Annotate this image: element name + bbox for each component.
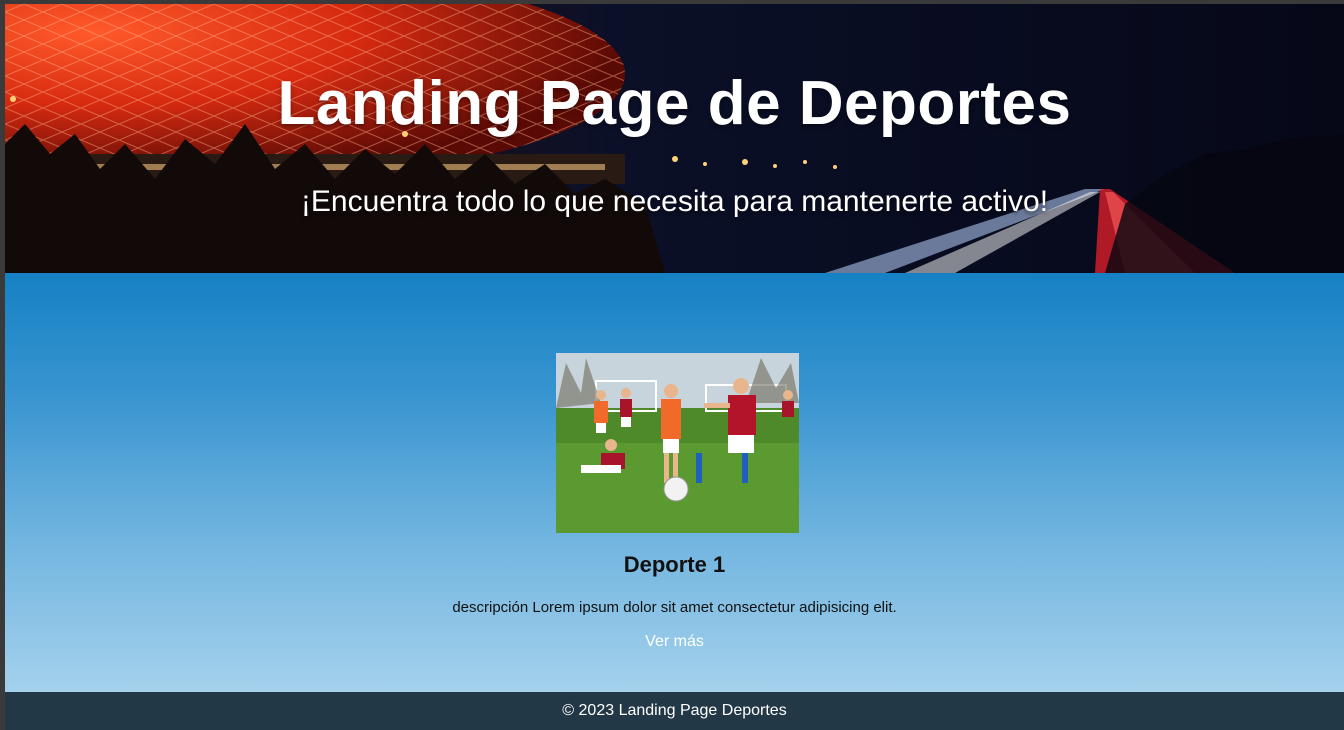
sport-card-image xyxy=(556,353,799,533)
sport-card-title: Deporte 1 xyxy=(623,552,726,577)
hero-subtitle: ¡Encuentra todo lo que necesita para man… xyxy=(300,185,1049,218)
soccer-photo-illustration xyxy=(556,353,799,533)
footer: © 2023 Landing Page Deportes xyxy=(5,692,1344,730)
page-title: Landing Page de Deportes xyxy=(277,69,1072,138)
main-content: Deporte 1 descripción Lorem ipsum dolor … xyxy=(5,273,1344,692)
sport-card-description: descripción Lorem ipsum dolor sit amet c… xyxy=(452,599,897,616)
ver-mas-link[interactable]: Ver más xyxy=(645,633,704,650)
page: Landing Page de Deportes ¡Encuentra todo… xyxy=(5,4,1344,730)
hero-banner: Landing Page de Deportes ¡Encuentra todo… xyxy=(5,4,1344,273)
footer-copyright: © 2023 Landing Page Deportes xyxy=(562,702,787,719)
sport-card-link-container: Ver más xyxy=(5,633,1344,651)
